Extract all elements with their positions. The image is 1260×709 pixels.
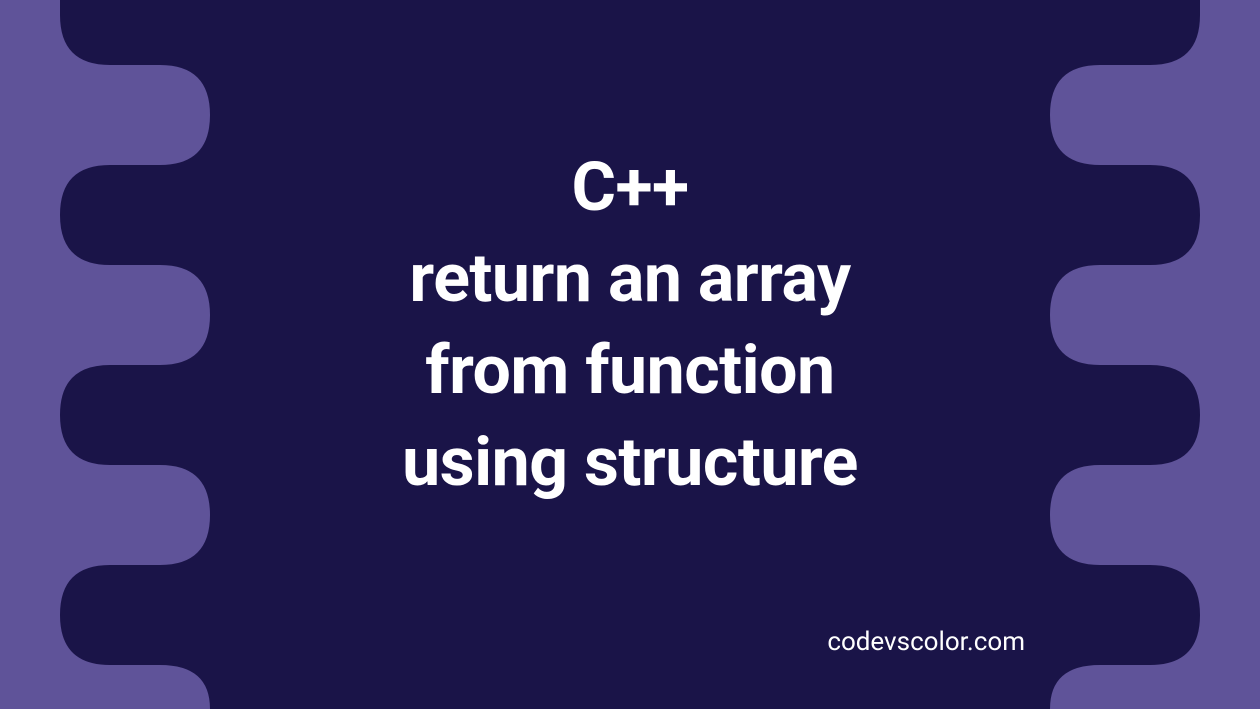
watermark-text: codevscolor.com [827, 627, 1025, 657]
title-line-2: return an array [402, 233, 858, 325]
title-line-4: using structure [402, 417, 858, 509]
title-block: C++ return an array from function using … [402, 142, 858, 509]
title-line-1: C++ [402, 142, 858, 234]
title-line-3: from function [402, 325, 858, 417]
